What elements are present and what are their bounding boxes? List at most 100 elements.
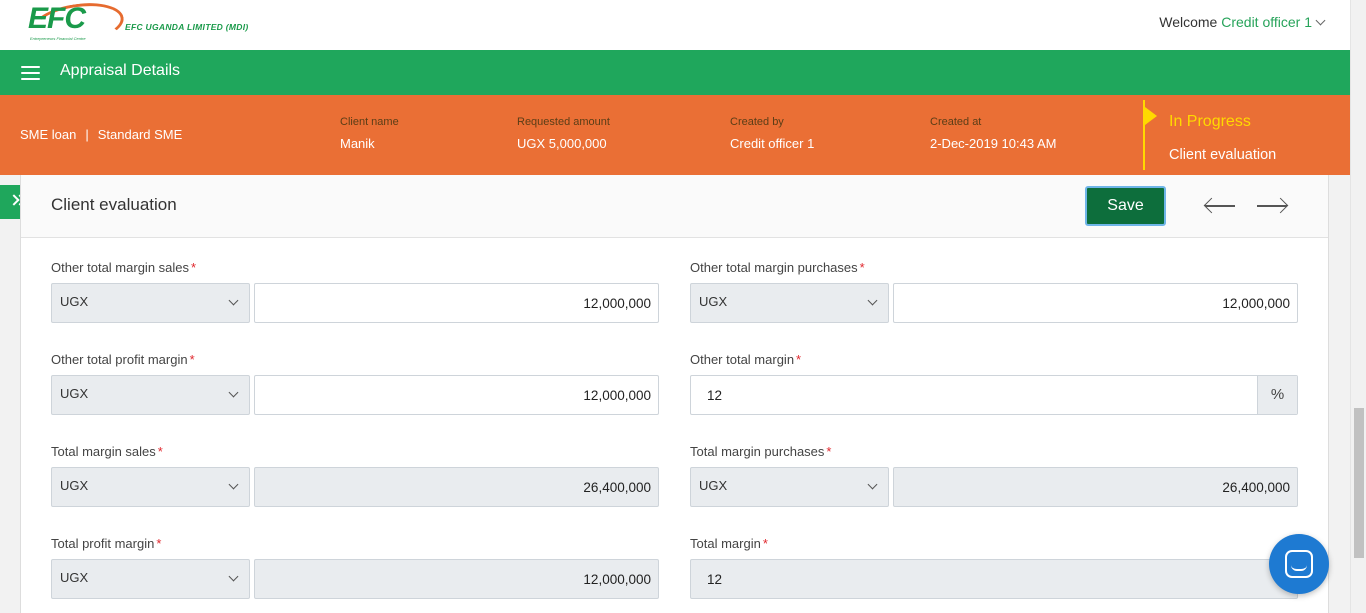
currency-select[interactable]: UGX (51, 467, 250, 507)
percent-value: 12 (707, 388, 723, 403)
other-total-margin-sales-field: Other total margin sales * UGX 12,000,000 (51, 260, 659, 324)
stage-label: Client evaluation (1169, 147, 1277, 163)
chat-launcher-button[interactable] (1269, 534, 1329, 594)
company-name: EFC UGANDA LIMITED (MDI) (125, 22, 249, 32)
total-margin-purchases-label: Total margin purchases (690, 444, 825, 459)
section-title: Client evaluation (51, 195, 177, 214)
chevron-down-icon (867, 479, 878, 490)
field-label: Other total margin sales * (51, 260, 659, 275)
total-margin-field: Total margin * 12 (690, 536, 1298, 600)
field-label: Other total profit margin * (51, 352, 659, 367)
logo-text: EFC (28, 2, 86, 35)
required-marker: * (859, 260, 865, 275)
loan-type: SME loan | Standard SME (20, 127, 182, 142)
chevron-down-icon (228, 295, 239, 306)
total-margin-label: Total margin (690, 536, 761, 551)
top-bar: EFC Entrepreneurs Financial Centre EFC U… (0, 0, 1350, 51)
menu-icon[interactable] (21, 66, 40, 80)
loan-subtype-label: Standard SME (97, 127, 183, 142)
percent-addon: % (1257, 376, 1297, 414)
other-total-margin-purchases-label: Other total margin purchases (690, 260, 858, 275)
loan-summary-bar: SME loan | Standard SME Client name Manik … (0, 95, 1350, 175)
chevron-down-icon (228, 571, 239, 582)
currency-select[interactable]: UGX (690, 467, 889, 507)
field-label: Total margin sales * (51, 444, 659, 459)
panel-header: Client evaluation Save (21, 175, 1328, 238)
currency-select[interactable]: UGX (51, 375, 250, 415)
total-margin-purchases-field: Total margin purchases * UGX 26,400,000 (690, 444, 1298, 508)
page-title: Appraisal Details (60, 62, 181, 79)
save-button[interactable]: Save (1085, 186, 1166, 226)
amount-value: 12,000,000 (1222, 296, 1290, 311)
currency-value: UGX (60, 478, 89, 493)
total-margin-sales-field: Total margin sales * UGX 26,400,000 (51, 444, 659, 508)
field-label: Total margin purchases * (690, 444, 1298, 459)
total-margin-readonly: 12 (690, 559, 1298, 599)
user-menu[interactable]: Welcome Credit officer 1 (1159, 14, 1326, 30)
nav-bar: Appraisal Details (0, 50, 1350, 95)
required-marker: * (156, 536, 162, 551)
requested-amount-block: Requested amount UGX 5,000,000 (517, 116, 610, 151)
scrollbar-thumb[interactable] (1354, 408, 1364, 558)
field-label: Other total margin purchases * (690, 260, 1298, 275)
total-margin-purchases-readonly: 26,400,000 (893, 467, 1298, 507)
required-marker: * (157, 444, 163, 459)
created-at-block: Created at 2-Dec-2019 10:43 AM (930, 116, 1056, 151)
other-total-margin-sales-label: Other total margin sales (51, 260, 190, 275)
chevron-down-icon[interactable] (1315, 15, 1326, 26)
chevron-down-icon (867, 295, 878, 306)
currency-select[interactable]: UGX (51, 283, 250, 323)
other-total-profit-margin-label: Other total profit margin (51, 352, 188, 367)
currency-select[interactable]: UGX (690, 283, 889, 323)
created-by-value: Credit officer 1 (730, 136, 815, 151)
currency-value: UGX (60, 570, 89, 585)
total-profit-margin-label: Total profit margin (51, 536, 155, 551)
chevron-down-icon (228, 479, 239, 490)
amount-value: 26,400,000 (1222, 480, 1290, 495)
currency-value: UGX (699, 294, 728, 309)
amount-value: 12,000,000 (583, 388, 651, 403)
created-by-block: Created by Credit officer 1 (730, 116, 814, 151)
field-label: Other total margin * (690, 352, 1298, 367)
page-scrollbar[interactable] (1350, 0, 1366, 613)
other-total-margin-purchases-field: Other total margin purchases * UGX 12,000… (690, 260, 1298, 324)
required-marker: * (762, 536, 768, 551)
field-label: Total profit margin * (51, 536, 659, 551)
amount-value: 26,400,000 (583, 480, 651, 495)
efc-logo[interactable]: EFC Entrepreneurs Financial Centre EFC U… (28, 0, 268, 51)
other-total-margin-purchases-input[interactable]: 12,000,000 (893, 283, 1298, 323)
currency-value: UGX (699, 478, 728, 493)
created-at-label: Created at (930, 116, 982, 128)
total-profit-margin-readonly: 12,000,000 (254, 559, 659, 599)
arrow-left-icon[interactable] (1203, 195, 1237, 217)
created-by-label: Created by (730, 116, 784, 128)
required-marker: * (796, 352, 802, 367)
welcome-text: Welcome (1159, 14, 1218, 30)
client-evaluation-panel: Client evaluation Save Other total margi… (20, 175, 1329, 613)
other-total-profit-margin-field: Other total profit margin * UGX 12,000,00… (51, 352, 659, 416)
other-total-margin-sales-input[interactable]: 12,000,000 (254, 283, 659, 323)
logo-tagline: Entrepreneurs Financial Centre (30, 36, 86, 41)
currency-select[interactable]: UGX (51, 559, 250, 599)
requested-amount-label: Requested amount (517, 116, 610, 128)
client-name-block: Client name Manik (340, 116, 399, 151)
status-block: In Progress Client evaluation (1143, 100, 1276, 170)
percent-value: 12 (707, 572, 723, 587)
loan-type-separator: | (85, 127, 89, 142)
arrow-right-icon[interactable] (1255, 195, 1289, 217)
total-profit-margin-field: Total profit margin * UGX 12,000,000 (51, 536, 659, 600)
required-marker: * (826, 444, 832, 459)
client-name-label: Client name (340, 116, 399, 128)
amount-value: 12,000,000 (583, 296, 651, 311)
flag-icon (1145, 107, 1157, 125)
currency-value: UGX (60, 294, 89, 309)
client-name-value: Manik (340, 136, 375, 151)
total-margin-sales-label: Total margin sales (51, 444, 156, 459)
currency-value: UGX (60, 386, 89, 401)
other-total-profit-margin-input[interactable]: 12,000,000 (254, 375, 659, 415)
other-total-margin-input[interactable]: 12% (690, 375, 1298, 415)
amount-value: 12,000,000 (583, 572, 651, 587)
field-label: Total margin * (690, 536, 1298, 551)
user-name[interactable]: Credit officer 1 (1221, 14, 1312, 30)
required-marker: * (191, 260, 197, 275)
